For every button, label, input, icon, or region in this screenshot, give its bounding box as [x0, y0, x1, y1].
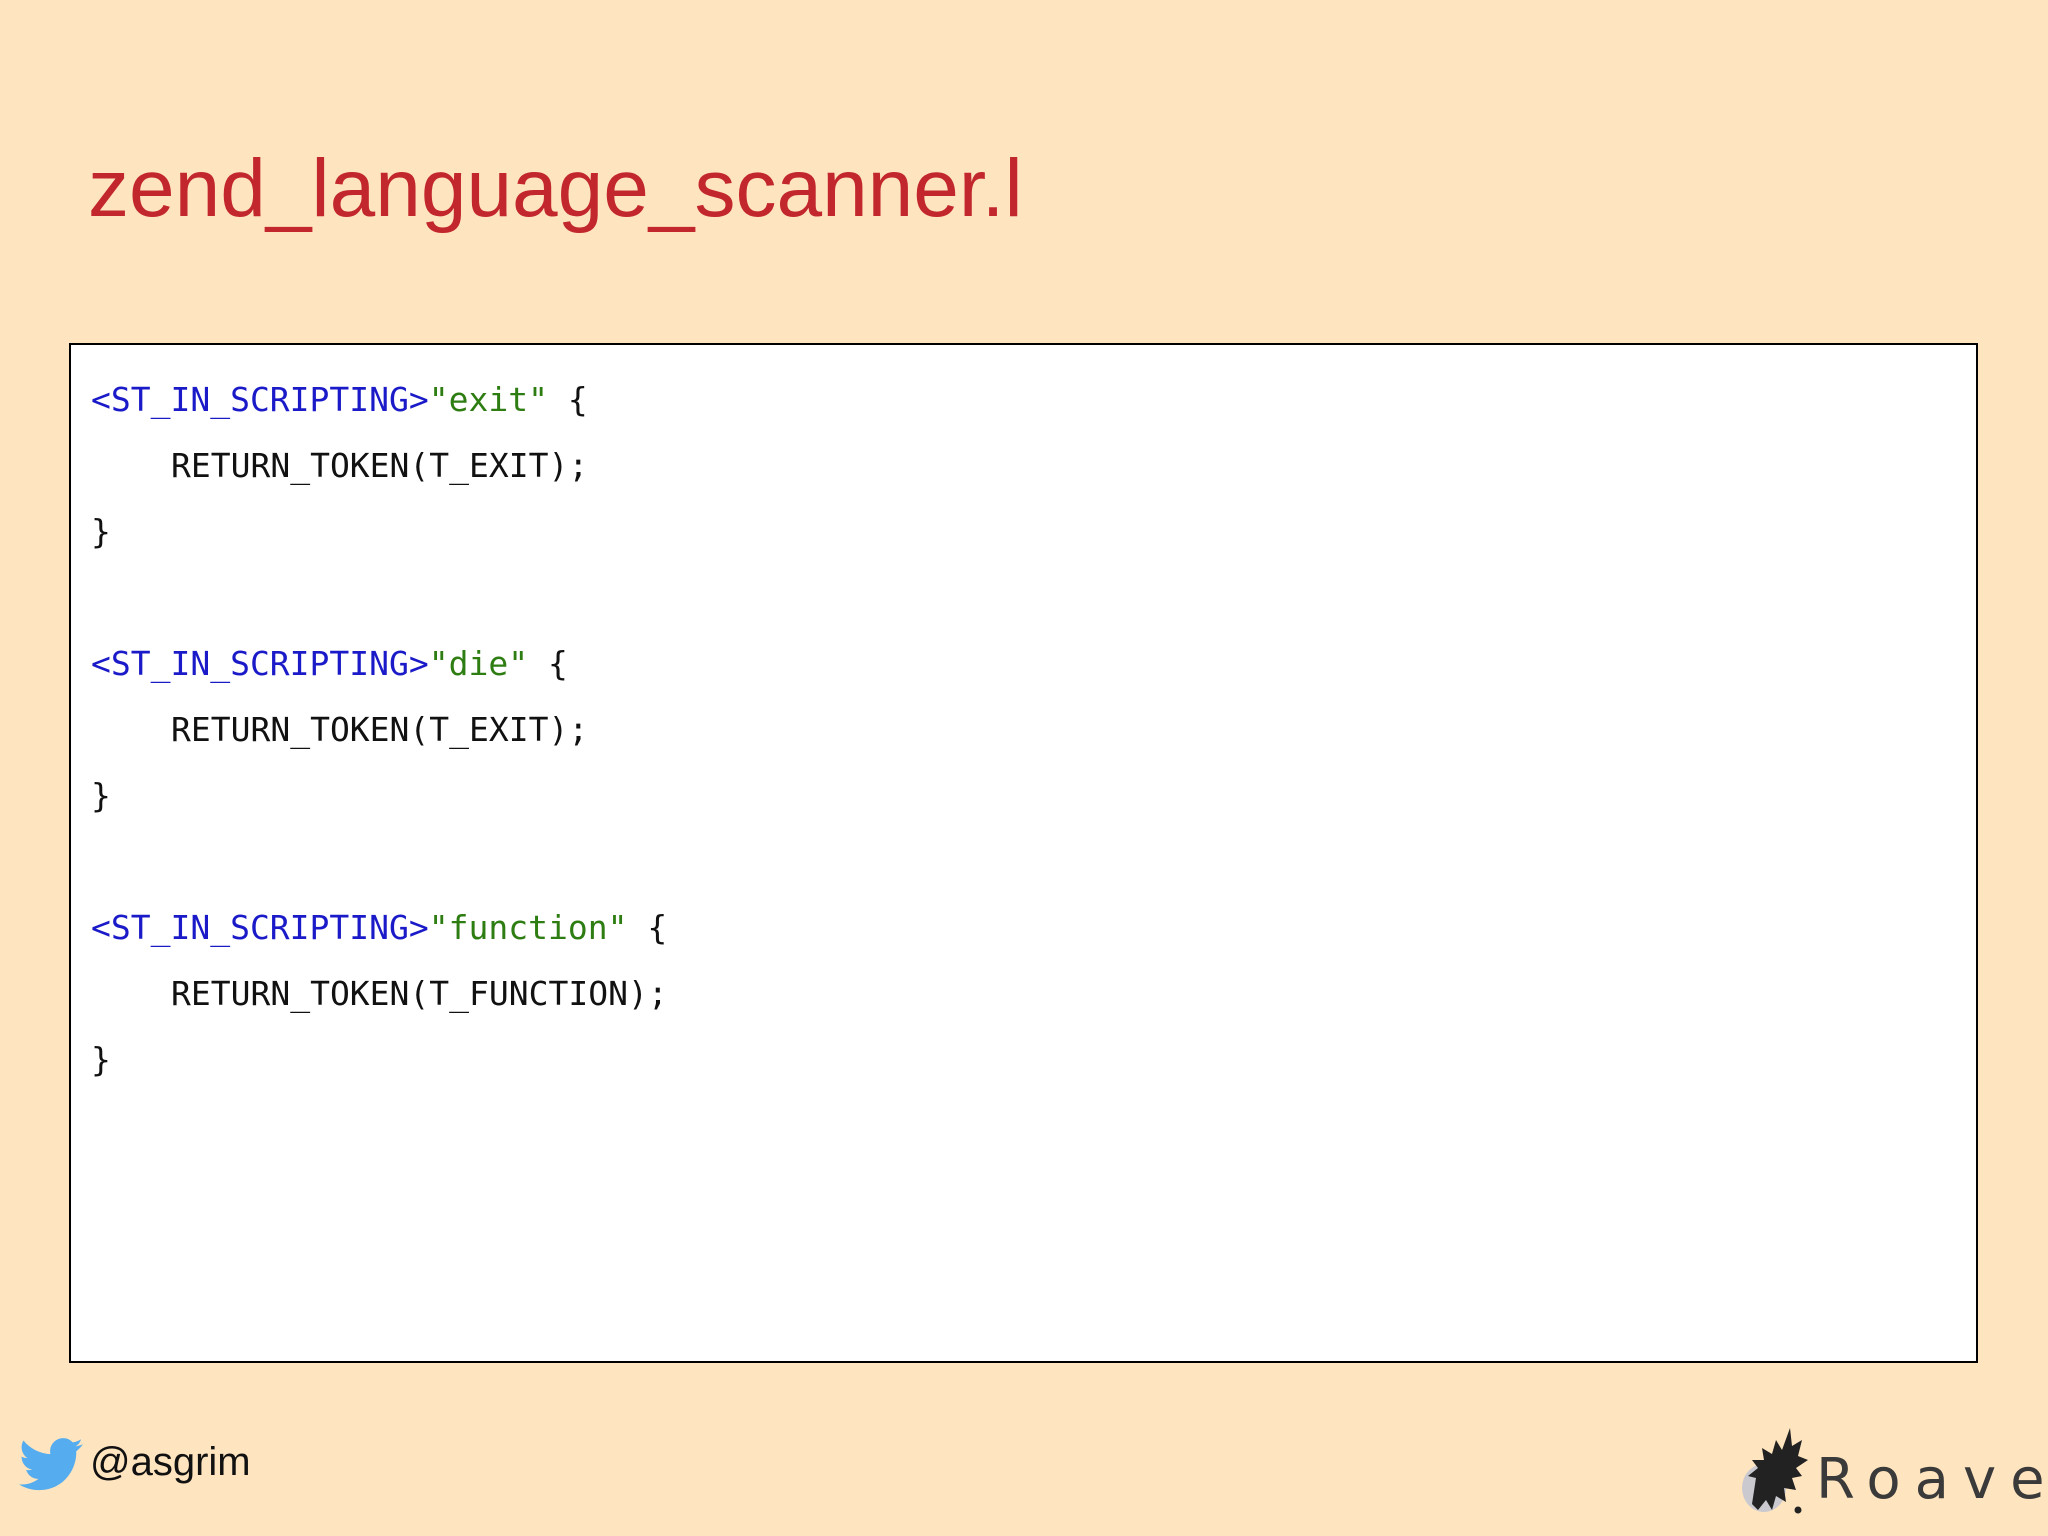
- twitter-credit: @asgrim: [16, 1432, 251, 1496]
- code-body-token: RETURN_TOKEN(T_FUNCTION);: [171, 974, 668, 1013]
- code-lines: <ST_IN_SCRIPTING>"exit" { RETURN_TOKEN(T…: [91, 367, 668, 1093]
- code-string-token: "die": [428, 644, 529, 683]
- code-line-close-function: }: [91, 1027, 668, 1093]
- code-body-token: RETURN_TOKEN(T_EXIT);: [171, 446, 589, 485]
- roave-hedgehog-icon: [1742, 1428, 1808, 1514]
- twitter-handle: @asgrim: [90, 1439, 251, 1484]
- code-line-rule-function: <ST_IN_SCRIPTING>"function" {: [91, 895, 668, 961]
- code-string-token: "function": [428, 908, 628, 947]
- code-line-blank: [91, 829, 668, 895]
- roave-wordmark: Roave: [1816, 1447, 2048, 1512]
- code-body-token: RETURN_TOKEN(T_EXIT);: [171, 710, 589, 749]
- code-line-close-exit: }: [91, 499, 668, 565]
- code-line-body-die: RETURN_TOKEN(T_EXIT);: [91, 697, 668, 763]
- code-state-token: <ST_IN_SCRIPTING>: [91, 380, 429, 419]
- roave-logo: Roave: [1736, 1416, 2048, 1516]
- code-line-rule-exit: <ST_IN_SCRIPTING>"exit" {: [91, 367, 668, 433]
- code-brace-close: }: [91, 1040, 111, 1079]
- code-block: <ST_IN_SCRIPTING>"exit" { RETURN_TOKEN(T…: [69, 343, 1978, 1363]
- code-line-body-exit: RETURN_TOKEN(T_EXIT);: [91, 433, 668, 499]
- code-line-blank: [91, 565, 668, 631]
- code-brace-close: }: [91, 512, 111, 551]
- code-line-body-function: RETURN_TOKEN(T_FUNCTION);: [91, 961, 668, 1027]
- code-line-close-die: }: [91, 763, 668, 829]
- slide-title: zend_language_scanner.l: [88, 143, 1023, 234]
- code-state-token: <ST_IN_SCRIPTING>: [91, 644, 429, 683]
- code-string-token: "exit": [428, 380, 548, 419]
- code-brace-close: }: [91, 776, 111, 815]
- code-brace-open: {: [547, 380, 588, 419]
- twitter-bird-icon: [18, 1438, 83, 1491]
- code-brace-open: {: [528, 644, 568, 683]
- code-line-rule-die: <ST_IN_SCRIPTING>"die" {: [91, 631, 668, 697]
- code-brace-open: {: [627, 908, 668, 947]
- code-state-token: <ST_IN_SCRIPTING>: [91, 908, 429, 947]
